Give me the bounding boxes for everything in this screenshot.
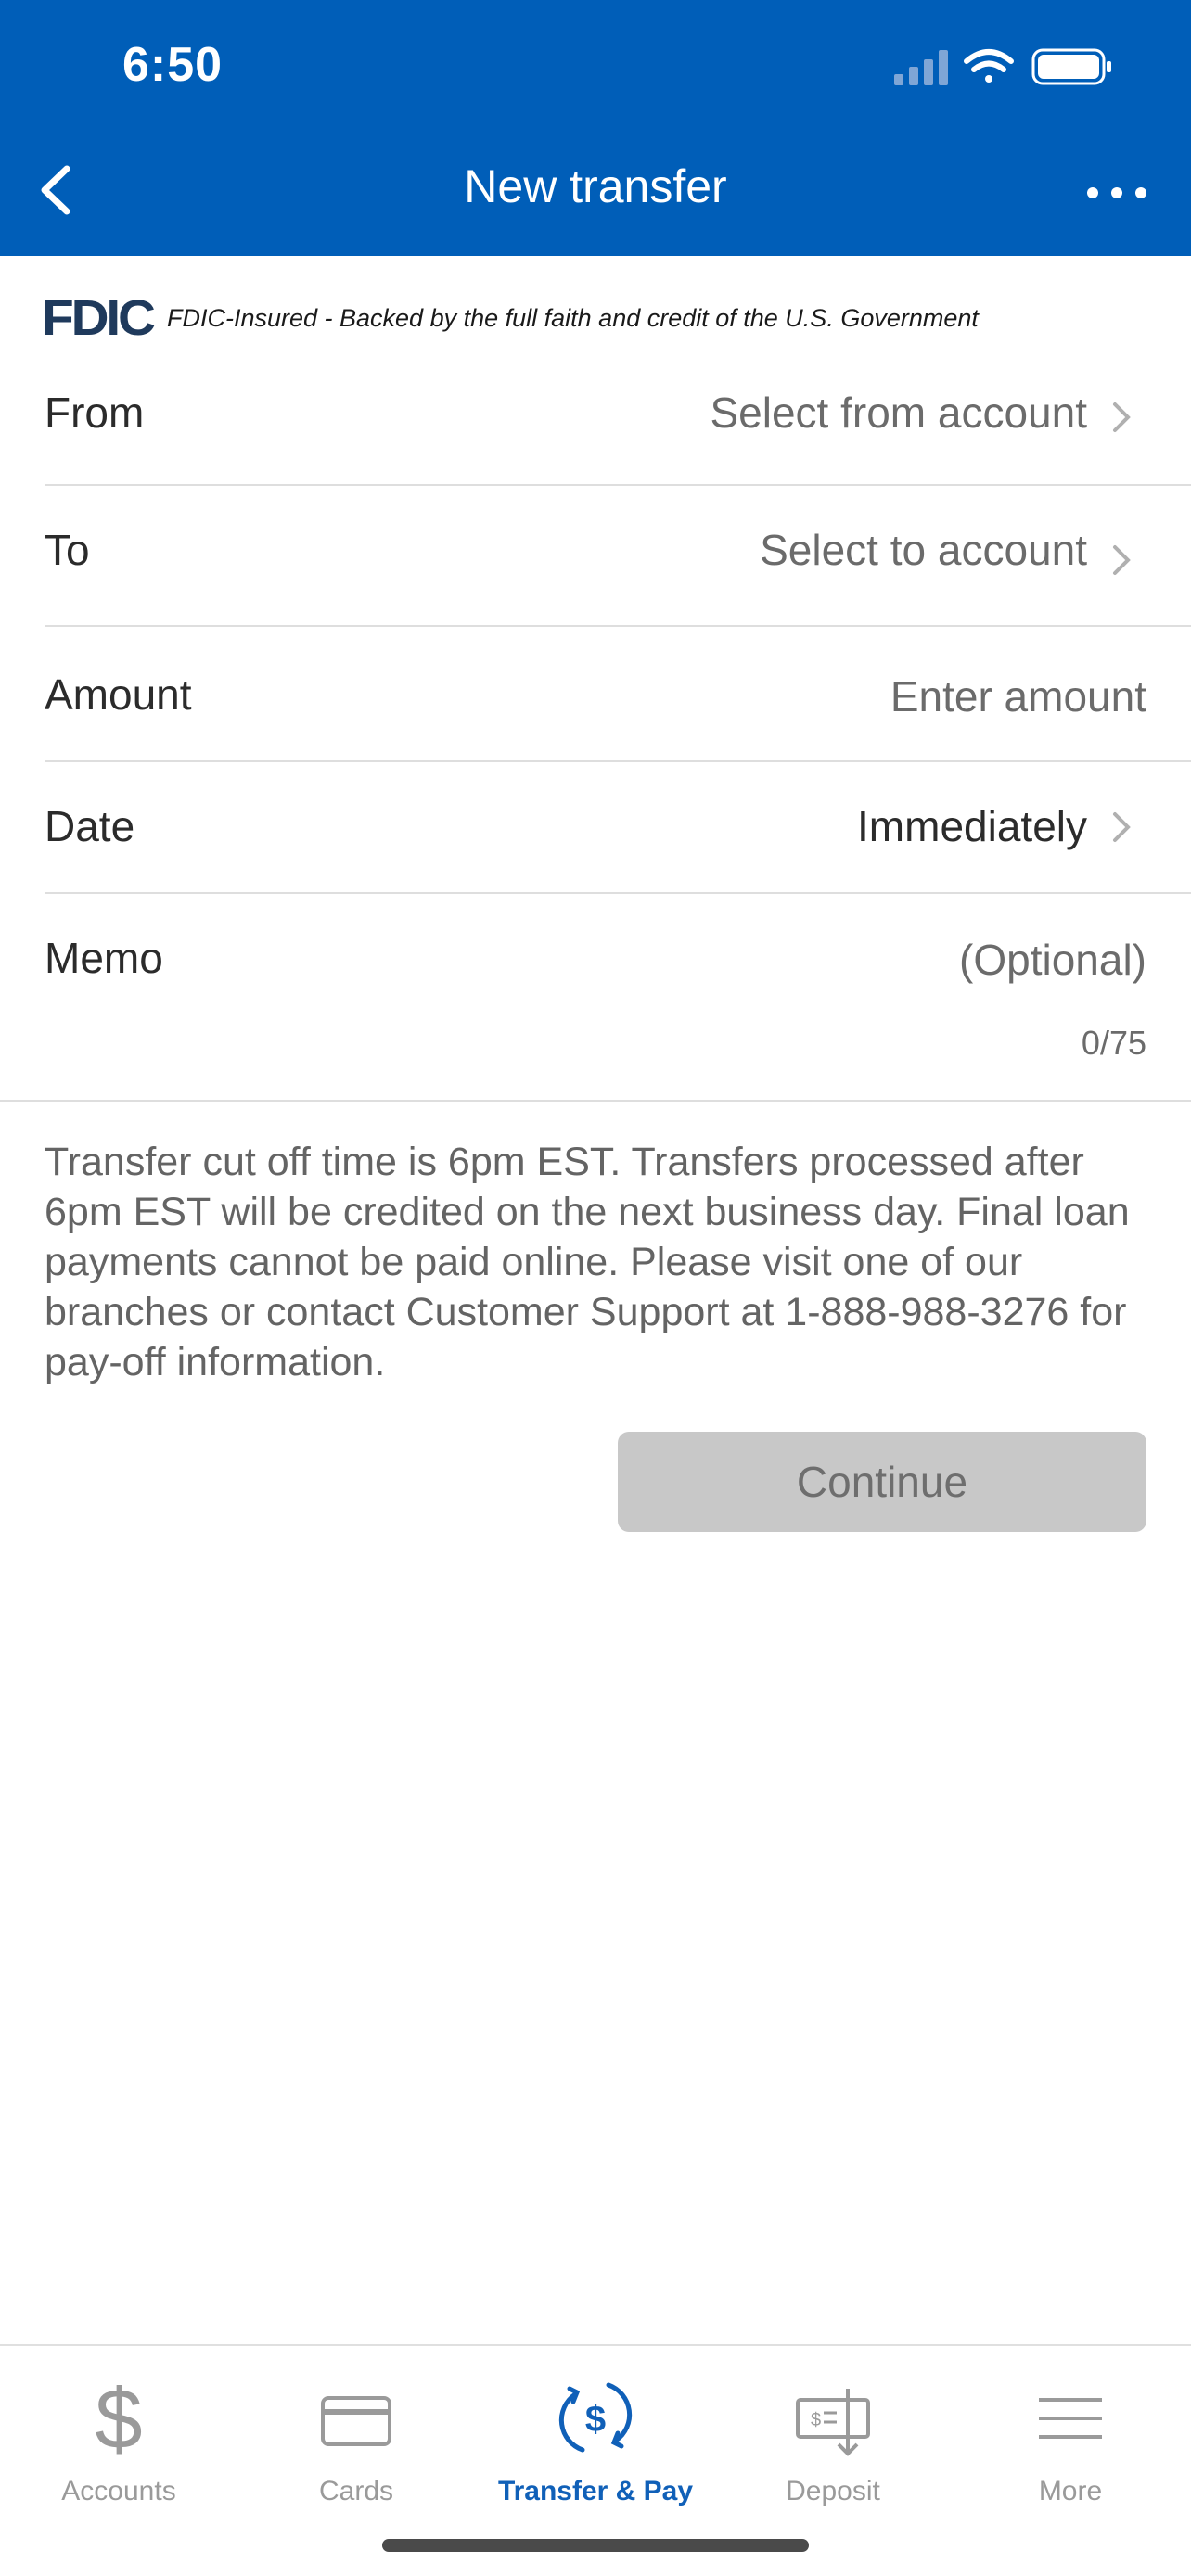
tab-label: Transfer & Pay [497, 2476, 694, 2506]
app-header: 6:50 New transfer [0, 0, 1191, 256]
tab-deposit[interactable]: $ Deposit [714, 2359, 952, 2507]
memo-char-counter: 0/75 [1081, 1024, 1146, 1062]
tab-accounts[interactable]: $ Accounts [0, 2359, 237, 2507]
tab-label: Accounts [61, 2476, 176, 2506]
continue-button[interactable]: Continue [618, 1432, 1146, 1532]
memo-input[interactable]: (Optional) [959, 935, 1146, 985]
status-time: 6:50 [122, 38, 224, 92]
fdic-logo: FDIC [42, 290, 156, 346]
from-value: Select from account [710, 389, 1087, 437]
svg-text:$: $ [585, 2399, 606, 2440]
chevron-right-icon [1113, 402, 1131, 432]
date-label: Date [45, 802, 135, 850]
card-icon [321, 2396, 391, 2446]
tab-label: Deposit [786, 2476, 880, 2506]
svg-text:$: $ [811, 2410, 821, 2430]
to-label: To [45, 526, 90, 574]
more-options-icon[interactable] [1080, 165, 1154, 221]
amount-input[interactable]: Enter amount [890, 671, 1146, 721]
status-icons [894, 48, 1111, 85]
transfer-pay-icon: $ [558, 2382, 633, 2453]
amount-label: Amount [45, 670, 192, 719]
signal-icon [894, 50, 948, 85]
memo-row[interactable]: Memo (Optional) 0/75 [45, 894, 1191, 1100]
page-title: New transfer [464, 160, 727, 212]
transfer-notice: Transfer cut off time is 6pm EST. Transf… [45, 1140, 1130, 1384]
fdic-banner: FDIC FDIC-Insured - Backed by the full f… [42, 290, 1158, 346]
tab-cards[interactable]: Cards [237, 2359, 475, 2507]
memo-label: Memo [45, 934, 163, 982]
menu-icon [1039, 2398, 1102, 2439]
chevron-right-icon [1113, 545, 1131, 575]
tab-transfer-pay[interactable]: $ Transfer & Pay [477, 2359, 714, 2507]
section-divider [0, 1100, 1191, 1102]
check-deposit-icon: $ [796, 2389, 870, 2456]
tab-label: Cards [318, 2476, 394, 2506]
from-account-row[interactable]: From Select from account [45, 367, 1191, 486]
amount-row[interactable]: Amount Enter amount [45, 627, 1191, 762]
chevron-right-icon [1113, 812, 1131, 842]
to-account-row[interactable]: To Select to account [45, 486, 1191, 627]
wifi-icon [964, 49, 1014, 83]
battery-icon [1031, 48, 1111, 85]
tab-label: More [1038, 2476, 1103, 2506]
from-label: From [45, 389, 145, 437]
dollar-icon: $ [95, 2376, 142, 2459]
svg-text:$: $ [95, 2376, 142, 2459]
home-indicator [382, 2539, 809, 2552]
tab-more[interactable]: More [952, 2359, 1189, 2507]
date-row[interactable]: Date Immediately [45, 762, 1191, 894]
fdic-text: FDIC-Insured - Backed by the full faith … [166, 303, 979, 332]
date-value: Immediately [857, 802, 1087, 850]
to-value: Select to account [760, 526, 1087, 574]
